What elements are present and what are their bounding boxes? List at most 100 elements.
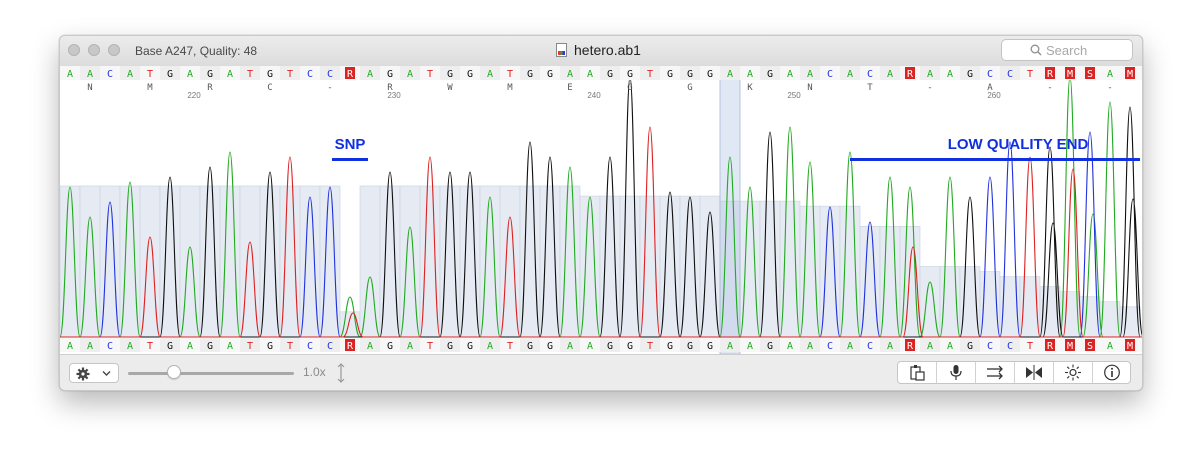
base-letter-bottom: A [367,341,373,352]
base-letter-bottom: G [607,341,613,352]
base-letter: G [767,69,773,80]
quality-bar [139,185,161,338]
base-letter-bottom: A [927,341,933,352]
search-placeholder: Search [1046,43,1088,58]
base-letter: A [407,69,413,80]
zoom-slider[interactable] [128,372,294,375]
base-letter: M [1127,69,1133,80]
position-label: 240 [587,91,601,100]
base-letter-bottom: T [1027,341,1033,352]
complement-button[interactable] [1015,362,1054,383]
base-letter: R [1047,69,1054,80]
speak-button[interactable] [937,362,976,383]
brightness-icon [1065,364,1081,381]
amino-acid: R [207,83,213,93]
base-letter-bottom: M [1067,341,1073,352]
window-title: hetero.ab1 [574,42,641,58]
base-letter-bottom: G [447,341,453,352]
base-letter-bottom: A [487,341,493,352]
action-menu-button[interactable] [69,363,119,383]
base-letter: C [307,69,313,80]
base-letter: A [1107,69,1113,80]
base-letter-bottom: G [547,341,553,352]
base-letter-bottom: C [327,341,333,352]
base-letter-bottom: A [727,341,733,352]
base-letter-bottom: A [187,341,193,352]
amino-acid: G [627,83,632,93]
zoom-slider-knob[interactable] [167,365,181,379]
search-icon [1030,44,1042,56]
document-window: Base A247, Quality: 48 hetero.ab1 Search… [59,35,1143,391]
base-letter-bottom: S [1087,341,1093,352]
chromatogram-view[interactable]: AACATGAGATGTCCRAGATGGATGGAAGGTGGGAAGAACA… [60,66,1142,354]
base-letter: A [747,69,753,80]
base-letter-bottom: G [767,341,773,352]
base-letter: G [547,69,553,80]
base-letter-bottom: T [427,341,433,352]
microphone-icon [950,365,962,380]
base-letter: A [587,69,593,80]
amino-acid: G [687,83,692,93]
base-letter-bottom: A [747,341,753,352]
base-letter-bottom: C [987,341,993,352]
base-letter: A [67,69,73,80]
low-quality-marker [850,158,1140,161]
base-letter-bottom: T [247,341,253,352]
base-letter: M [1067,69,1073,80]
base-letter-bottom: M [1127,341,1133,352]
base-letter: A [847,69,853,80]
base-letter-bottom: T [647,341,653,352]
base-letter: A [787,69,793,80]
minimize-button[interactable] [88,44,100,56]
amino-acid: W [447,83,453,93]
direction-button[interactable] [976,362,1015,383]
base-letter-bottom: T [287,341,293,352]
base-letter: G [387,69,393,80]
close-button[interactable] [68,44,80,56]
base-letter: T [247,69,253,80]
base-letter: C [107,69,113,80]
amino-acid: - [1107,83,1112,93]
amino-acid: T [867,83,873,93]
base-letter-bottom: A [1107,341,1113,352]
base-letter: G [167,69,173,80]
zoom-level: 1.0x [303,365,326,379]
base-letter: G [607,69,613,80]
search-field[interactable]: Search [1001,39,1133,61]
base-letter-bottom: G [667,341,673,352]
base-letter-bottom: G [467,341,473,352]
base-letter-bottom: R [907,341,914,352]
quality-button[interactable] [1054,362,1093,383]
base-letter: A [227,69,233,80]
base-letter: G [627,69,633,80]
copy-button[interactable] [898,362,937,383]
vertical-zoom-icon[interactable] [336,362,346,384]
base-letter: C [987,69,993,80]
base-letter: A [187,69,193,80]
base-letter-bottom: C [1007,341,1013,352]
base-letter: T [507,69,513,80]
amino-acid: C [267,83,272,93]
base-letter: C [827,69,833,80]
base-letter: T [647,69,653,80]
base-letter-bottom: C [867,341,873,352]
title-bar: Base A247, Quality: 48 hetero.ab1 Search [60,36,1142,67]
info-button[interactable] [1093,362,1132,383]
base-letter: G [447,69,453,80]
base-letter: C [867,69,873,80]
base-letter: G [527,69,533,80]
base-letter: G [267,69,273,80]
base-letter-bottom: T [147,341,153,352]
base-letter-bottom: A [227,341,233,352]
base-letter-bottom: G [707,341,713,352]
quality-bar [959,266,981,338]
base-letter: A [807,69,813,80]
view-options-group [897,361,1131,384]
snp-annotation: SNP [335,136,366,153]
base-letter: G [687,69,693,80]
position-label: 250 [787,91,801,100]
zoom-button[interactable] [108,44,120,56]
base-letter: T [1027,69,1033,80]
amino-acid: M [507,83,513,93]
copy-icon [910,365,925,381]
